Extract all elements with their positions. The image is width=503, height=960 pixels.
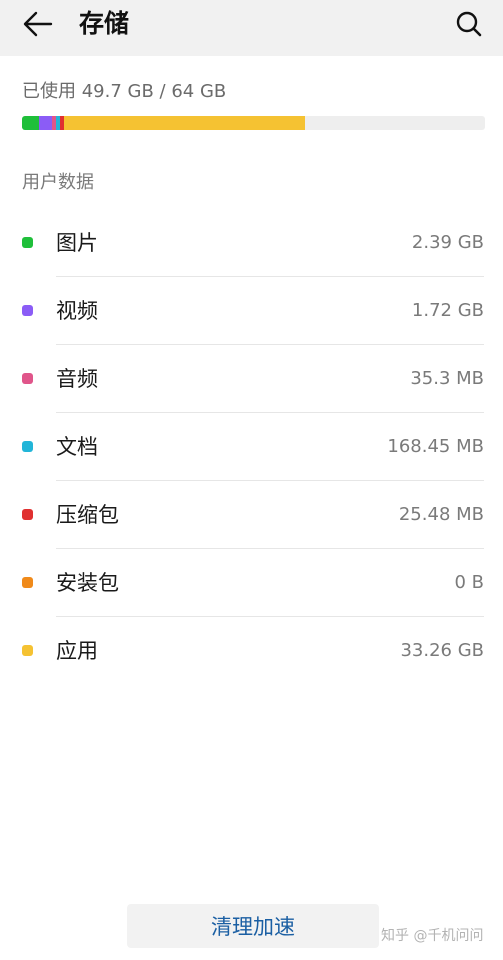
category-row-documents[interactable]: 文档 168.45 MB [0,413,503,481]
category-color-dot [22,441,33,452]
category-size: 33.26 GB [400,640,484,661]
category-color-dot [22,373,33,384]
clean-accelerate-button[interactable]: 清理加速 [127,904,379,948]
category-size: 168.45 MB [387,436,484,457]
category-label: 图片 [56,231,98,255]
category-row-pictures[interactable]: 图片 2.39 GB [0,209,503,277]
category-label: 安装包 [56,571,119,595]
storage-usage-bar [22,116,485,130]
category-color-dot [22,305,33,316]
category-label: 压缩包 [56,503,119,527]
category-size: 2.39 GB [411,232,484,253]
storage-usage-text: 已使用 49.7 GB / 64 GB [22,81,227,102]
category-row-installers[interactable]: 安装包 0 B [0,549,503,617]
back-button[interactable] [14,4,62,44]
section-title-user-data: 用户数据 [22,172,94,193]
arrow-left-icon [23,11,53,37]
category-color-dot [22,577,33,588]
usage-bar-segment [64,116,305,130]
category-row-apps[interactable]: 应用 33.26 GB [0,617,503,685]
category-size: 35.3 MB [410,368,484,389]
category-row-videos[interactable]: 视频 1.72 GB [0,277,503,345]
search-button[interactable] [449,4,489,44]
category-size: 1.72 GB [411,300,484,321]
category-label: 应用 [56,639,98,663]
category-label: 文档 [56,435,98,459]
category-color-dot [22,237,33,248]
category-list: 图片 2.39 GB 视频 1.72 GB 音频 35.3 MB 文档 168.… [0,209,503,685]
usage-bar-segment [22,116,40,130]
category-label: 音频 [56,367,98,391]
app-header: 存储 [0,0,503,56]
usage-bar-segment [39,116,52,130]
category-color-dot [22,509,33,520]
category-color-dot [22,645,33,656]
category-size: 0 B [454,572,484,593]
category-size: 25.48 MB [398,504,484,525]
category-row-archives[interactable]: 压缩包 25.48 MB [0,481,503,549]
search-icon [456,11,482,37]
page-title: 存储 [79,9,130,38]
category-row-audio[interactable]: 音频 35.3 MB [0,345,503,413]
watermark: 知乎 @千机问问 [381,928,484,944]
category-label: 视频 [56,299,98,323]
